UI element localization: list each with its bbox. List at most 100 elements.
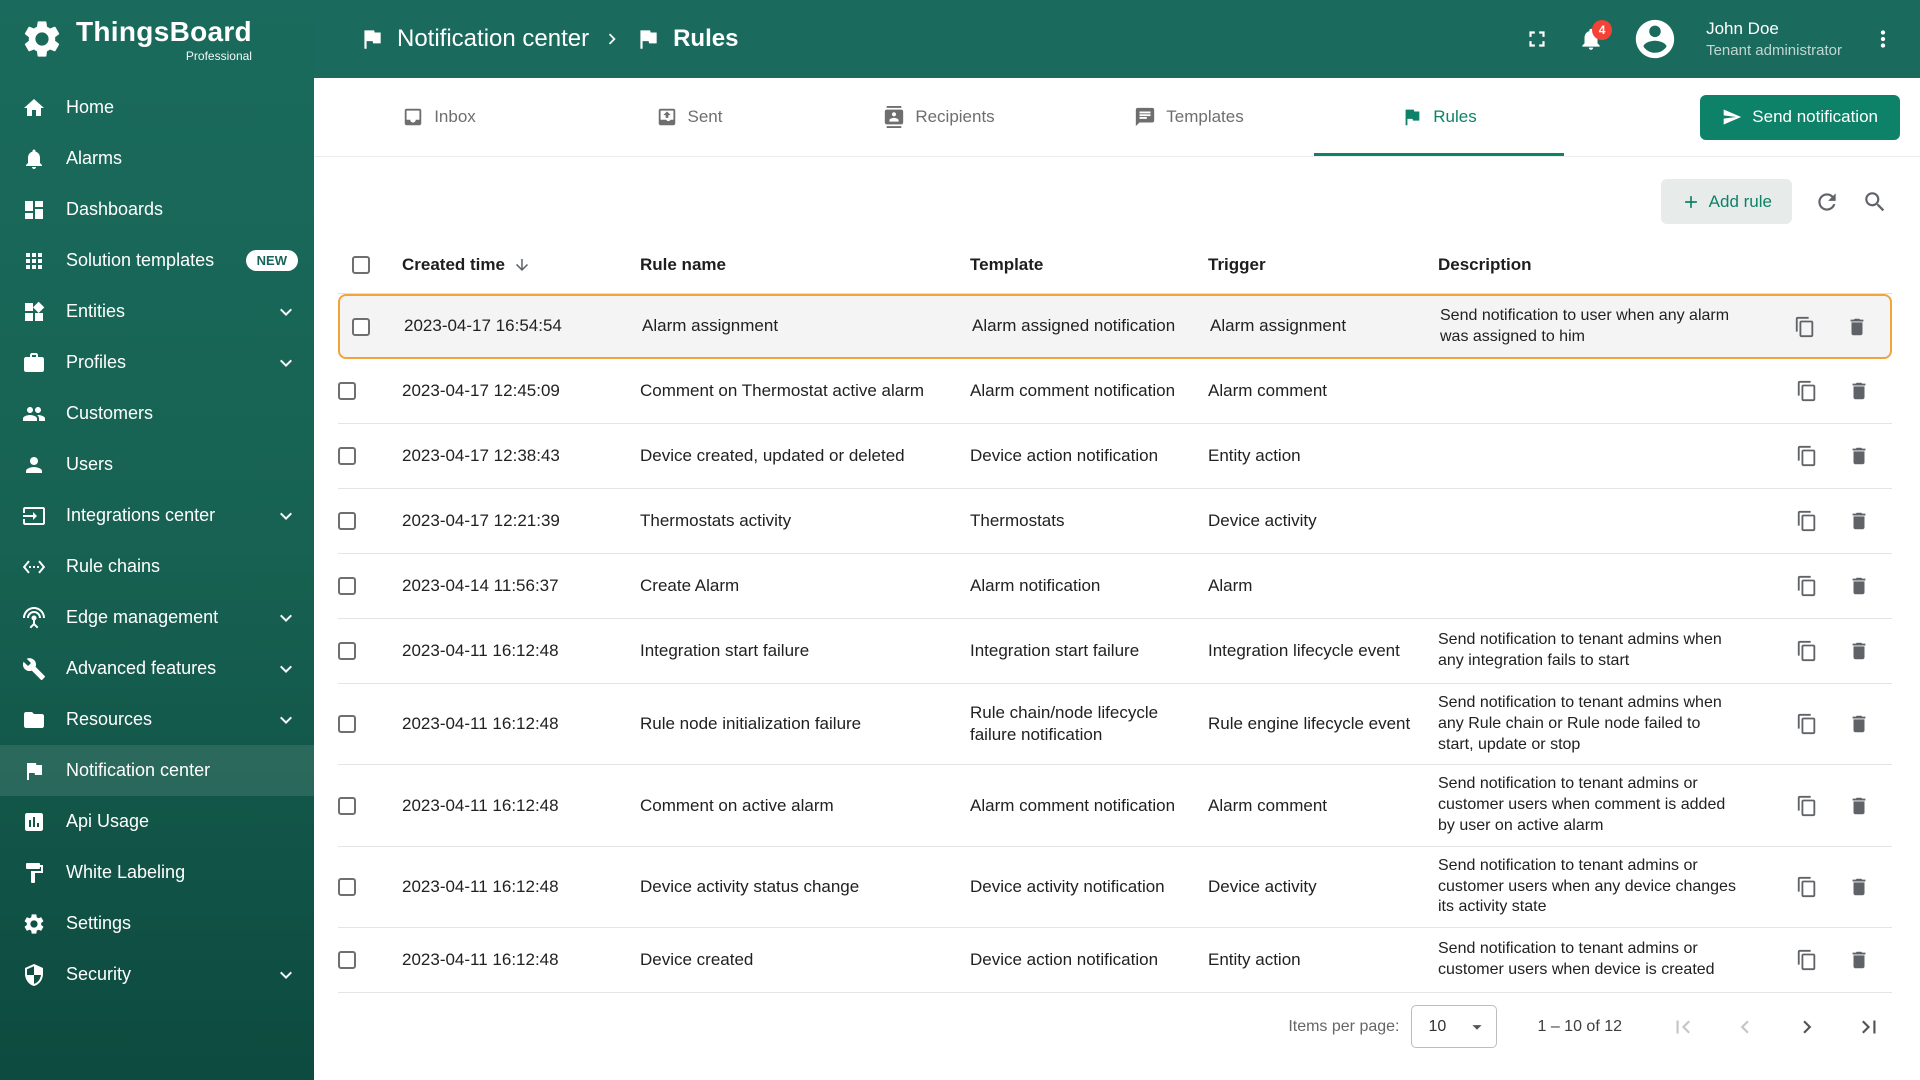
- delete-rule-button[interactable]: [1848, 949, 1870, 971]
- gear-icon: [22, 912, 46, 936]
- sidebar-item-users[interactable]: Users: [0, 439, 314, 490]
- next-page-button[interactable]: [1794, 1014, 1820, 1040]
- row-checkbox[interactable]: [338, 877, 356, 896]
- app-logo[interactable]: ThingsBoard Professional: [0, 0, 314, 78]
- more-menu-button[interactable]: [1870, 26, 1896, 52]
- delete-rule-button[interactable]: [1848, 510, 1870, 532]
- sidebar-item-security[interactable]: Security: [0, 949, 314, 1000]
- sidebar-item-edge-management[interactable]: Edge management: [0, 592, 314, 643]
- refresh-button[interactable]: [1814, 189, 1840, 215]
- row-checkbox[interactable]: [338, 382, 356, 400]
- table-row[interactable]: 2023-04-17 16:54:54 Alarm assignment Ala…: [338, 294, 1892, 359]
- copy-rule-button[interactable]: [1796, 640, 1818, 662]
- sidebar-item-notification-center[interactable]: Notification center: [0, 745, 314, 796]
- sidebar-item-label: Entities: [66, 301, 126, 321]
- table-row[interactable]: 2023-04-11 16:12:48 Comment on active al…: [338, 765, 1892, 847]
- sidebar-item-resources[interactable]: Resources: [0, 694, 314, 745]
- table-row[interactable]: 2023-04-14 11:56:37 Create Alarm Alarm n…: [338, 554, 1892, 619]
- copy-rule-button[interactable]: [1796, 949, 1818, 971]
- fullscreen-button[interactable]: [1524, 26, 1550, 52]
- row-checkbox[interactable]: [338, 577, 356, 595]
- search-button[interactable]: [1862, 189, 1888, 215]
- tab-templates[interactable]: Templates: [1064, 78, 1314, 156]
- delete-rule-button[interactable]: [1848, 380, 1870, 402]
- sidebar-item-entities[interactable]: Entities: [0, 286, 314, 337]
- copy-rule-button[interactable]: [1796, 575, 1818, 597]
- delete-rule-button[interactable]: [1846, 316, 1868, 338]
- delete-rule-button[interactable]: [1848, 795, 1870, 817]
- column-trigger[interactable]: Trigger: [1208, 255, 1438, 275]
- table-row[interactable]: 2023-04-17 12:38:43 Device created, upda…: [338, 424, 1892, 489]
- tab-recipients[interactable]: Recipients: [814, 78, 1064, 156]
- column-created-time[interactable]: Created time: [402, 255, 640, 275]
- tab-rules[interactable]: Rules: [1314, 78, 1564, 156]
- sidebar-item-alarms[interactable]: Alarms: [0, 133, 314, 184]
- table-row[interactable]: 2023-04-17 12:45:09 Comment on Thermosta…: [338, 359, 1892, 424]
- copy-rule-button[interactable]: [1794, 316, 1816, 338]
- cell-rule-name: Device created: [640, 950, 754, 970]
- first-page-button[interactable]: [1670, 1014, 1696, 1040]
- last-page-button[interactable]: [1856, 1014, 1882, 1040]
- user-menu[interactable]: John Doe Tenant administrator: [1706, 19, 1842, 59]
- table-row[interactable]: 2023-04-11 16:12:48 Device activity stat…: [338, 847, 1892, 929]
- table-row[interactable]: 2023-04-11 16:12:48 Integration start fa…: [338, 619, 1892, 684]
- delete-rule-button[interactable]: [1848, 876, 1870, 898]
- previous-page-button[interactable]: [1732, 1014, 1758, 1040]
- cell-trigger: Alarm comment: [1208, 380, 1328, 400]
- flag-icon: [22, 759, 46, 783]
- avatar[interactable]: [1632, 16, 1678, 62]
- delete-rule-button[interactable]: [1848, 713, 1870, 735]
- sidebar-item-customers[interactable]: Customers: [0, 388, 314, 439]
- delete-rule-button[interactable]: [1848, 575, 1870, 597]
- add-rule-button[interactable]: Add rule: [1660, 179, 1792, 224]
- chevron-down-icon: [274, 708, 298, 732]
- cell-description: Send notification to tenant admins or cu…: [1438, 940, 1715, 979]
- row-checkbox[interactable]: [338, 447, 356, 465]
- cell-template: Device activity notification: [970, 876, 1165, 896]
- delete-rule-button[interactable]: [1848, 640, 1870, 662]
- cell-trigger: Alarm: [1208, 575, 1253, 595]
- row-checkbox[interactable]: [338, 951, 356, 970]
- copy-rule-button[interactable]: [1796, 795, 1818, 817]
- sidebar-item-rule-chains[interactable]: Rule chains: [0, 541, 314, 592]
- cell-rule-name: Create Alarm: [640, 575, 740, 595]
- sidebar-item-api-usage[interactable]: Api Usage: [0, 796, 314, 847]
- column-description[interactable]: Description: [1438, 255, 1760, 275]
- copy-rule-button[interactable]: [1796, 445, 1818, 467]
- items-per-page-select[interactable]: 10: [1411, 1005, 1498, 1049]
- sidebar-item-settings[interactable]: Settings: [0, 898, 314, 949]
- table-row[interactable]: 2023-04-17 12:21:39 Thermostats activity…: [338, 489, 1892, 554]
- table-row[interactable]: 2023-04-11 16:12:48 Device created Devic…: [338, 928, 1892, 994]
- row-checkbox[interactable]: [338, 715, 356, 734]
- briefcase-icon: [22, 351, 46, 375]
- sidebar-item-home[interactable]: Home: [0, 82, 314, 133]
- copy-rule-button[interactable]: [1796, 510, 1818, 532]
- sidebar-item-advanced-features[interactable]: Advanced features: [0, 643, 314, 694]
- copy-rule-button[interactable]: [1796, 713, 1818, 735]
- sidebar-item-label: Security: [66, 964, 132, 984]
- copy-rule-button[interactable]: [1796, 380, 1818, 402]
- sidebar-item-integrations-center[interactable]: Integrations center: [0, 490, 314, 541]
- row-checkbox[interactable]: [338, 512, 356, 530]
- sidebar-item-solution-templates[interactable]: Solution templates NEW: [0, 235, 314, 286]
- cell-created-time: 2023-04-17 12:38:43: [402, 445, 560, 465]
- copy-rule-button[interactable]: [1796, 876, 1818, 898]
- row-checkbox[interactable]: [338, 796, 356, 815]
- sidebar-item-white-labeling[interactable]: White Labeling: [0, 847, 314, 898]
- sidebar-item-profiles[interactable]: Profiles: [0, 337, 314, 388]
- breadcrumb-notification-center[interactable]: Notification center: [397, 25, 589, 53]
- delete-rule-button[interactable]: [1848, 445, 1870, 467]
- table-row[interactable]: 2023-04-11 16:12:48 Rule node initializa…: [338, 684, 1892, 766]
- column-rule-name[interactable]: Rule name: [640, 255, 970, 275]
- cell-trigger: Alarm comment: [1208, 795, 1328, 815]
- select-all-checkbox[interactable]: [352, 255, 370, 274]
- notifications-button[interactable]: 4: [1578, 20, 1613, 52]
- row-checkbox[interactable]: [338, 642, 356, 660]
- column-template[interactable]: Template: [970, 255, 1208, 275]
- tab-inbox[interactable]: Inbox: [314, 78, 564, 156]
- send-notification-button[interactable]: Send notification: [1700, 94, 1900, 140]
- row-checkbox[interactable]: [352, 317, 370, 336]
- tab-sent[interactable]: Sent: [564, 78, 814, 156]
- sidebar-item-dashboards[interactable]: Dashboards: [0, 184, 314, 235]
- sidebar-item-label: Settings: [66, 913, 132, 933]
